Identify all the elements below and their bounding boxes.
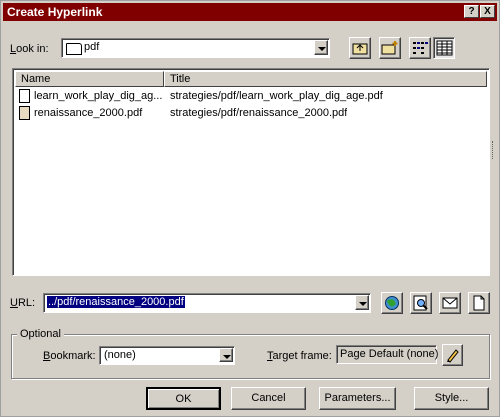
optional-group-label: Optional bbox=[17, 328, 64, 340]
bookmark-dropdown[interactable]: (none) bbox=[99, 346, 235, 365]
chevron-down-icon[interactable] bbox=[219, 348, 233, 362]
file-list[interactable]: Name Title learn_work_play_dig_ag... str… bbox=[12, 68, 490, 276]
close-button[interactable]: X bbox=[480, 5, 495, 18]
create-hyperlink-dialog: Create Hyperlink ? X Look in: pdf Name T… bbox=[0, 0, 500, 417]
look-in-value: pdf bbox=[84, 41, 100, 53]
ok-button[interactable]: OK bbox=[146, 387, 221, 410]
look-in-dropdown[interactable]: pdf bbox=[61, 38, 330, 58]
file-row[interactable]: learn_work_play_dig_ag... strategies/pdf… bbox=[15, 88, 485, 104]
browse-file-icon bbox=[413, 295, 428, 311]
column-header-title[interactable]: Title bbox=[164, 71, 487, 87]
email-icon bbox=[442, 297, 458, 309]
up-folder-icon bbox=[352, 43, 368, 55]
look-in-label: Look in: bbox=[10, 43, 49, 55]
target-frame-value: Page Default (none) bbox=[340, 348, 439, 360]
resize-grip[interactable] bbox=[492, 141, 496, 159]
column-header-name[interactable]: Name bbox=[15, 71, 164, 87]
file-name: renaissance_2000.pdf bbox=[34, 107, 143, 119]
title-bar: Create Hyperlink ? X bbox=[3, 3, 497, 21]
parameters-button[interactable]: Parameters... bbox=[319, 387, 396, 410]
file-name: learn_work_play_dig_ag... bbox=[34, 90, 162, 102]
style-button[interactable]: Style... bbox=[414, 387, 489, 410]
chevron-down-icon[interactable] bbox=[314, 40, 328, 55]
browse-web-button[interactable] bbox=[381, 292, 403, 314]
target-frame-edit-button[interactable] bbox=[442, 344, 463, 366]
new-page-icon bbox=[473, 295, 485, 311]
help-button[interactable]: ? bbox=[464, 5, 479, 18]
folder-icon bbox=[66, 43, 82, 55]
new-folder-button[interactable] bbox=[379, 37, 401, 59]
file-title: strategies/pdf/renaissance_2000.pdf bbox=[170, 107, 348, 119]
url-input[interactable]: ../pdf/renaissance_2000.pdf bbox=[43, 293, 371, 313]
new-page-button[interactable] bbox=[468, 292, 490, 314]
url-label: URL: bbox=[10, 297, 36, 309]
chevron-down-icon[interactable] bbox=[355, 295, 369, 310]
url-value: ../pdf/renaissance_2000.pdf bbox=[47, 296, 185, 308]
bookmark-label: Bookmark: bbox=[43, 350, 96, 362]
target-frame-field[interactable]: Page Default (none) bbox=[336, 345, 439, 364]
pdf-file-icon bbox=[19, 106, 30, 120]
list-view-button[interactable] bbox=[409, 37, 431, 59]
new-folder-icon bbox=[381, 41, 398, 55]
file-row[interactable]: renaissance_2000.pdf strategies/pdf/rena… bbox=[15, 105, 485, 121]
file-icon bbox=[19, 89, 30, 103]
dialog-title: Create Hyperlink bbox=[7, 5, 103, 19]
browse-file-button[interactable] bbox=[410, 292, 432, 314]
details-view-icon bbox=[436, 40, 453, 56]
pencil-icon bbox=[447, 349, 459, 363]
up-folder-button[interactable] bbox=[349, 37, 371, 59]
cancel-button[interactable]: Cancel bbox=[231, 387, 306, 410]
list-view-icon bbox=[413, 42, 428, 54]
browse-web-icon bbox=[385, 296, 399, 310]
file-title: strategies/pdf/learn_work_play_dig_age.p… bbox=[170, 90, 383, 102]
email-link-button[interactable] bbox=[439, 292, 461, 314]
bookmark-value: (none) bbox=[104, 349, 136, 361]
details-view-button[interactable] bbox=[433, 37, 455, 59]
target-frame-label: Target frame: bbox=[267, 350, 332, 362]
